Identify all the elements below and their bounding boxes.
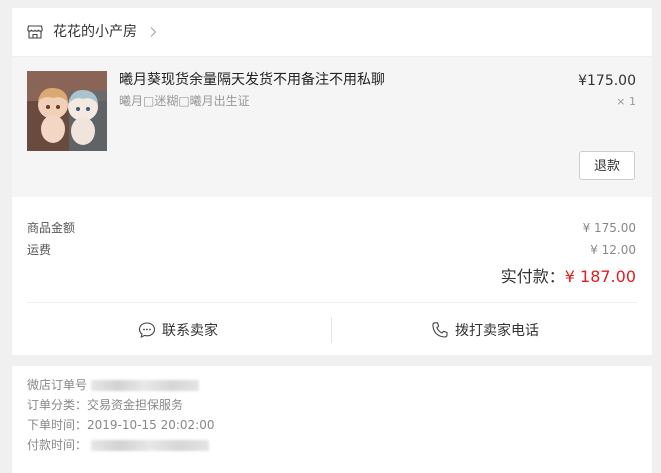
product-title[interactable]: 曦月葵现货余量隔天发货不用备注不用私聊: [119, 71, 385, 89]
chat-bubble-icon: [138, 322, 156, 338]
shop-name: 花花的小产房: [53, 24, 137, 40]
pay-time-label: 付款时间：: [27, 438, 88, 452]
order-category-row: 订单分类：交易资金担保服务: [27, 397, 183, 413]
contact-seller-label: 联系卖家: [162, 323, 218, 339]
order-number-row: 微店订单号: [27, 377, 200, 393]
divider: [27, 302, 637, 303]
product-thumbnail[interactable]: [27, 71, 107, 151]
order-item[interactable]: 曦月葵现货余量隔天发货不用备注不用私聊 曦月□迷糊□曦月出生证 ¥175.00 …: [12, 57, 652, 197]
action-divider: [331, 317, 332, 343]
call-seller-button[interactable]: 拨打卖家电话: [431, 318, 539, 342]
contact-seller-button[interactable]: 联系卖家: [138, 318, 218, 342]
product-sku: 曦月□迷糊□曦月出生证: [119, 94, 250, 108]
amount-summary: 商品金额 ¥ 175.00 运费 ¥ 12.00 实付款：¥ 187.00 联系…: [12, 197, 652, 355]
phone-icon: [432, 322, 448, 338]
refund-button[interactable]: 退款: [579, 151, 635, 180]
goods-amount-value: ¥ 175.00: [582, 221, 636, 235]
goods-amount-label: 商品金额: [27, 221, 76, 235]
order-time-row: 下单时间：2019-10-15 20:02:00: [27, 417, 214, 433]
order-category-value: 交易资金担保服务: [87, 398, 184, 412]
redacted-order-number: [91, 380, 200, 391]
shipping-label: 运费: [27, 243, 52, 257]
call-seller-label: 拨打卖家电话: [455, 323, 539, 339]
shipping-value: ¥ 12.00: [590, 243, 636, 257]
order-time-value: 2019-10-15 20:02:00: [87, 418, 215, 432]
redacted-pay-time: [91, 440, 210, 451]
shop-icon: [27, 25, 43, 39]
order-info: 微店订单号 订单分类：交易资金担保服务 下单时间：2019-10-15 20:0…: [12, 366, 652, 473]
product-quantity: × 1: [616, 95, 636, 108]
chevron-right-icon: [150, 27, 157, 37]
order-time-label: 下单时间：: [27, 418, 88, 432]
paid-amount: ¥ 187.00: [564, 267, 636, 286]
product-price: ¥175.00: [578, 73, 636, 89]
pay-time-row: 付款时间：: [27, 437, 210, 453]
order-number-label: 微店订单号: [27, 378, 88, 392]
shop-header[interactable]: 花花的小产房: [12, 8, 652, 56]
paid-total: 实付款：¥ 187.00: [501, 266, 636, 288]
paid-label: 实付款：: [500, 267, 565, 286]
order-category-label: 订单分类：: [27, 398, 88, 412]
